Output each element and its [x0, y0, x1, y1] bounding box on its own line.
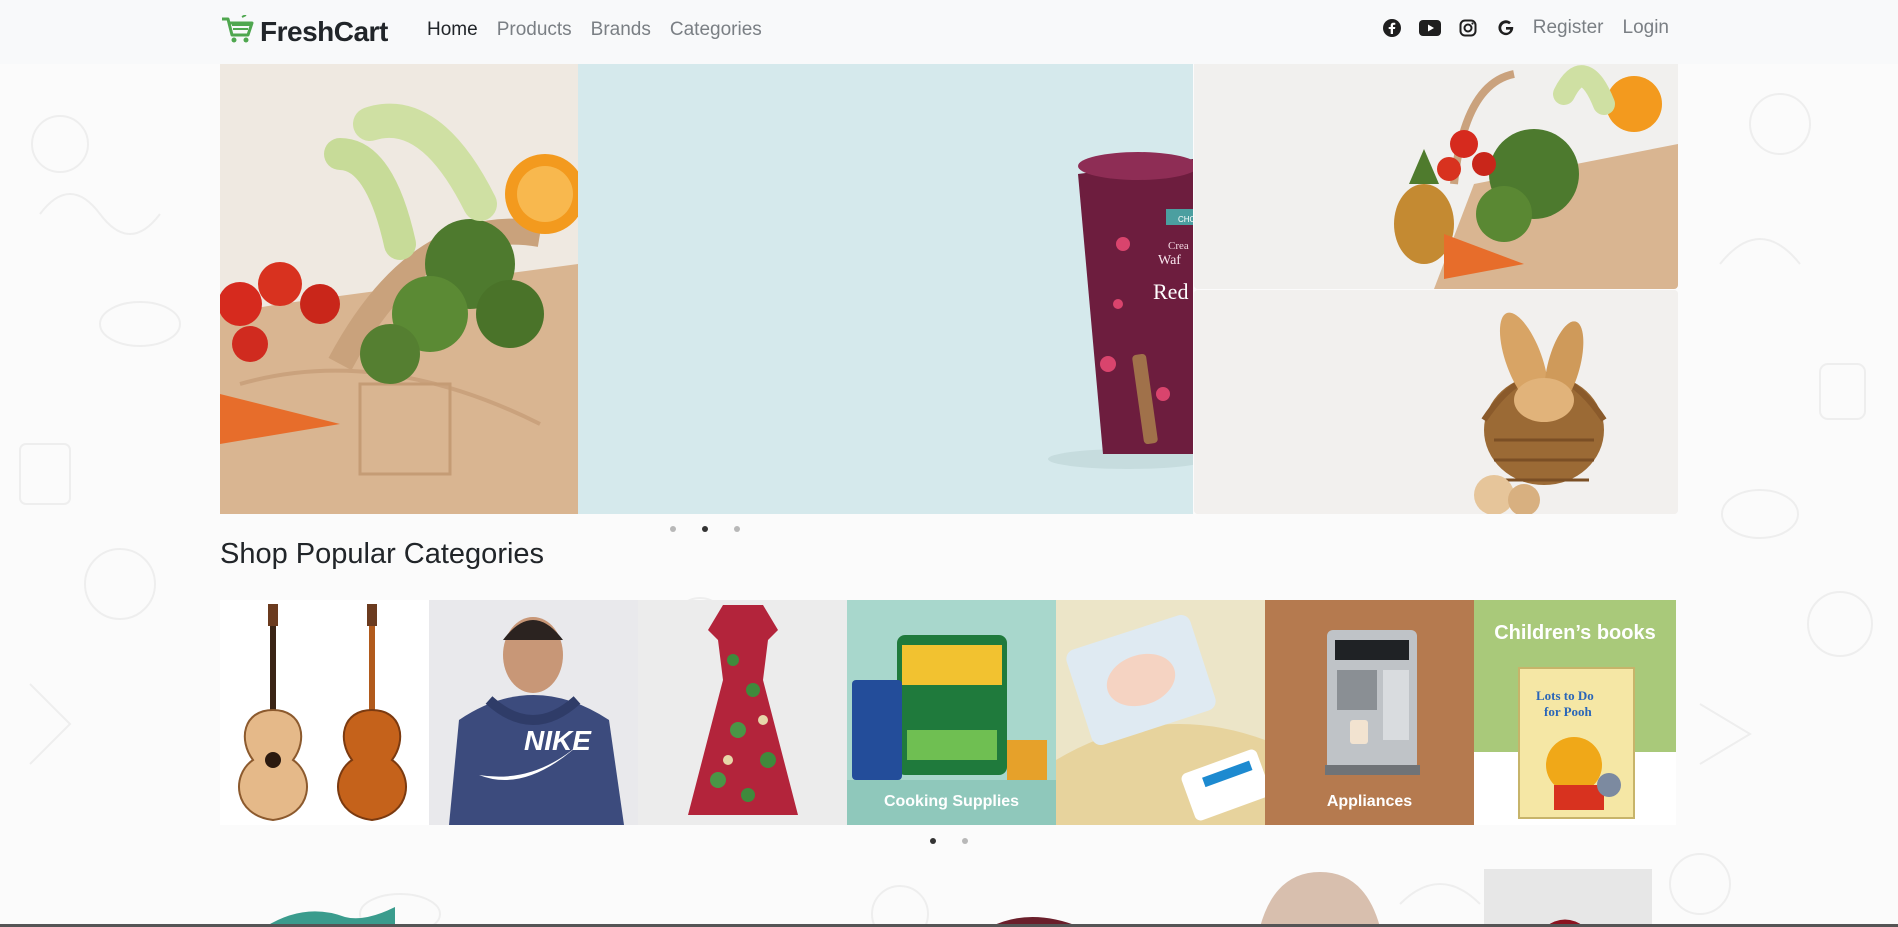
hero-vegetable-bag-image	[220, 64, 578, 514]
brand-name: FreshCart	[260, 16, 388, 47]
category-dress[interactable]	[638, 600, 847, 825]
category-dot-1[interactable]	[930, 838, 936, 844]
hero-grocery-bag-image[interactable]	[1194, 64, 1678, 289]
product-label-cho: CHO	[1178, 215, 1193, 224]
products-preview-strip	[0, 865, 1898, 927]
hero-banner: CHO Crea Waf Red	[220, 64, 1678, 514]
nav-categories[interactable]: Categories	[670, 19, 762, 41]
category-dot-2[interactable]	[962, 838, 968, 844]
top-navbar: FreshCart Home Products Brands Categorie…	[0, 0, 1898, 64]
nike-brand-text: NIKE	[524, 725, 592, 756]
category-carousel-dots	[930, 838, 968, 844]
category-baby-diapers[interactable]	[1056, 600, 1265, 825]
login-link[interactable]: Login	[1623, 17, 1670, 39]
hero-bread-basket-image[interactable]	[1194, 290, 1678, 514]
hero-wafer-product-image: CHO Crea Waf Red	[578, 64, 1193, 514]
brand-logo[interactable]: FreshCart	[220, 13, 388, 50]
book-title-line-2: for Pooh	[1544, 704, 1593, 719]
slider-dot-3[interactable]	[734, 526, 740, 532]
product-label-waf: Waf	[1158, 253, 1181, 268]
product-label-crea: Crea	[1168, 240, 1189, 252]
slider-dot-2[interactable]	[702, 526, 708, 532]
instagram-icon[interactable]	[1457, 17, 1479, 39]
shopping-cart-icon	[220, 13, 254, 50]
category-appliances[interactable]: Appliances	[1265, 600, 1474, 825]
register-link[interactable]: Register	[1533, 17, 1604, 39]
nav-brands[interactable]: Brands	[591, 19, 651, 41]
hero-slider-dots	[670, 526, 740, 532]
category-nike-hoodie[interactable]: NIKE	[429, 600, 638, 825]
main-nav: Home Products Brands Categories	[427, 19, 762, 41]
hero-slider[interactable]: CHO Crea Waf Red	[220, 64, 1193, 514]
category-childrens-books[interactable]: Lots to Do for Pooh Children’s books	[1474, 600, 1676, 825]
book-title-line-1: Lots to Do	[1536, 688, 1594, 703]
popular-categories-title: Shop Popular Categories	[220, 538, 545, 570]
category-guitar[interactable]	[220, 600, 429, 825]
nav-products[interactable]: Products	[497, 19, 572, 41]
category-carousel: NIKE Cooking Supplies Appliances Lots to…	[220, 600, 1678, 825]
category-label-appliances: Appliances	[1326, 793, 1413, 810]
category-cooking-supplies[interactable]: Cooking Supplies	[847, 600, 1056, 825]
guitar-front	[238, 604, 308, 822]
facebook-icon[interactable]	[1381, 17, 1403, 39]
product-label-red: Red	[1153, 279, 1188, 304]
google-icon[interactable]	[1495, 17, 1517, 39]
category-label-cooking-supplies: Cooking Supplies	[883, 793, 1020, 810]
youtube-icon[interactable]	[1418, 17, 1441, 39]
guitar-back	[337, 604, 407, 822]
slider-dot-1[interactable]	[670, 526, 676, 532]
nav-right: Register Login	[1381, 17, 1669, 39]
nav-home[interactable]: Home	[427, 19, 478, 41]
category-label-childrens-books: Children’s books	[1494, 622, 1656, 644]
